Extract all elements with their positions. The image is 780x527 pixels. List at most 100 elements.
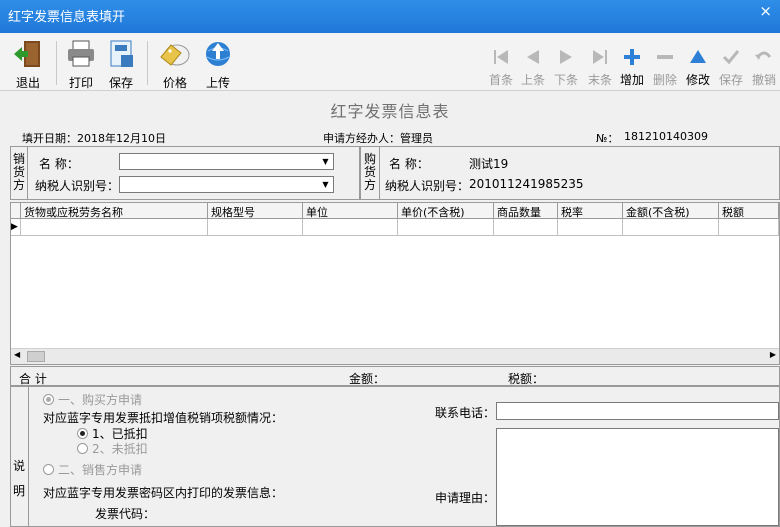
col-goods-name[interactable]: 货物或应税劳务名称 xyxy=(21,203,208,219)
buyer-side-label: 购货方 xyxy=(364,152,377,192)
edit-button[interactable]: 修改 xyxy=(684,47,712,88)
form-title: 红字发票信息表 xyxy=(330,102,450,121)
table-cell[interactable] xyxy=(208,219,303,236)
next-record-icon xyxy=(560,50,572,64)
buyer-apply-label: 一、购买方申请 xyxy=(58,393,143,407)
col-unit[interactable]: 单位 xyxy=(303,203,398,219)
save-toolbar-button[interactable]: 保存 xyxy=(104,39,138,91)
print-button[interactable]: 打印 xyxy=(64,39,98,91)
toolbar-separator xyxy=(147,41,148,85)
phone-label: 联系电话： xyxy=(435,406,496,420)
exit-door-icon xyxy=(14,41,40,67)
scrollbar-thumb[interactable] xyxy=(27,351,45,362)
totals-label: 合 计 xyxy=(19,372,47,386)
exit-label: 退出 xyxy=(15,76,40,90)
chevron-down-icon[interactable]: ▼ xyxy=(319,155,332,168)
invoice-code-label: 发票代码： xyxy=(95,507,156,521)
toolbar-separator xyxy=(56,41,57,85)
next-record-button[interactable]: 下条 xyxy=(552,47,580,88)
col-tax[interactable]: 税额 xyxy=(719,203,779,219)
upload-label: 上传 xyxy=(205,76,230,90)
applicant: 申请方经办人：管理员 xyxy=(323,132,433,145)
col-tax-rate[interactable]: 税率 xyxy=(558,203,623,219)
seller-section: 销货方 名 称： ▼ 纳税人识别号： ▼ xyxy=(10,146,360,200)
col-spec[interactable]: 规格型号 xyxy=(208,203,303,219)
totals-row: 合 计 金额： 税额： xyxy=(10,366,780,386)
price-label: 价格 xyxy=(162,76,187,90)
col-amount[interactable]: 金额(不含税) xyxy=(623,203,719,219)
row-header-corner xyxy=(11,203,21,219)
buyer-section: 购货方 名 称： 测试19 纳税人识别号： 201011241985235 xyxy=(360,146,780,200)
table-cell[interactable] xyxy=(494,219,558,236)
table-cell[interactable] xyxy=(558,219,623,236)
undo-icon xyxy=(755,51,772,60)
items-grid[interactable]: 货物或应税劳务名称 规格型号 单位 单价(不含税) 商品数量 税率 金额(不含税… xyxy=(10,202,780,365)
window-title: 红字发票信息表填开 xyxy=(8,10,126,25)
table-cell[interactable] xyxy=(21,219,208,236)
seller-apply-option[interactable]: 二、销售方申请 xyxy=(43,461,142,478)
buyer-name-value: 测试19 xyxy=(469,157,509,171)
note-side-label-2: 明 xyxy=(13,484,26,498)
next-record-label: 下条 xyxy=(553,73,578,87)
col-quantity[interactable]: 商品数量 xyxy=(494,203,558,219)
delete-icon xyxy=(657,55,673,59)
seller-apply-label: 二、销售方申请 xyxy=(58,463,143,477)
price-button[interactable]: 价格 xyxy=(156,39,194,91)
printed-info-label: 对应蓝字专用发票密码区内打印的发票信息： xyxy=(43,486,284,500)
exit-button[interactable]: 退出 xyxy=(10,39,46,91)
edit-icon xyxy=(690,50,706,63)
fill-date: 填开日期：2018年12月10日 xyxy=(22,132,166,145)
price-tag-icon xyxy=(160,44,190,66)
check-save-label: 保存 xyxy=(718,73,743,87)
table-cell[interactable] xyxy=(303,219,398,236)
check-save-button[interactable]: 保存 xyxy=(717,47,745,88)
radio-icon xyxy=(43,394,54,405)
seller-taxid-combo[interactable]: ▼ xyxy=(119,176,334,193)
explanation-section: 说 明 一、购买方申请 对应蓝字专用发票抵扣增值税销项税额情况： 1、已抵扣 2… xyxy=(10,386,780,527)
table-cell[interactable] xyxy=(623,219,719,236)
prev-record-button[interactable]: 上条 xyxy=(519,47,547,88)
table-cell[interactable] xyxy=(398,219,494,236)
scroll-left-icon[interactable]: ◀ xyxy=(14,350,20,359)
opt-not-deducted-label: 2、未抵扣 xyxy=(92,442,148,456)
save-toolbar-label: 保存 xyxy=(108,76,133,90)
current-row-indicator-icon: ▶ xyxy=(11,219,21,236)
add-label: 增加 xyxy=(619,73,644,87)
window-titlebar: 红字发票信息表填开 × xyxy=(0,0,780,33)
buyer-taxid-value: 201011241985235 xyxy=(469,177,584,191)
printer-icon xyxy=(68,40,94,67)
radio-icon xyxy=(77,443,88,454)
undo-button[interactable]: 撤销 xyxy=(749,47,779,88)
check-save-icon xyxy=(722,50,740,65)
col-unit-price[interactable]: 单价(不含税) xyxy=(398,203,494,219)
upload-button[interactable]: 上传 xyxy=(200,39,236,91)
horizontal-scrollbar[interactable]: ◀ ▶ xyxy=(11,348,779,364)
add-icon xyxy=(624,49,640,65)
first-record-icon xyxy=(494,50,508,64)
last-record-icon xyxy=(593,50,607,64)
delete-button[interactable]: 删除 xyxy=(651,47,679,88)
table-cell[interactable] xyxy=(719,219,779,236)
chevron-down-icon[interactable]: ▼ xyxy=(319,178,332,191)
last-record-button[interactable]: 末条 xyxy=(586,47,614,88)
amount-total-label: 金额： xyxy=(349,372,386,386)
deduct-question: 对应蓝字专用发票抵扣增值税销项税额情况： xyxy=(43,411,284,425)
edit-label: 修改 xyxy=(685,73,710,87)
buyer-apply-option[interactable]: 一、购买方申请 xyxy=(43,391,142,408)
scroll-right-icon[interactable]: ▶ xyxy=(770,350,776,359)
opt-not-deducted[interactable]: 2、未抵扣 xyxy=(77,440,148,457)
seller-name-label: 名 称： xyxy=(39,157,79,171)
invoice-number: 181210140309 xyxy=(624,130,708,143)
note-side-label-1: 说 xyxy=(13,459,26,473)
radio-icon xyxy=(43,464,54,475)
close-icon[interactable]: × xyxy=(759,2,772,20)
phone-input[interactable] xyxy=(496,402,779,420)
seller-name-combo[interactable]: ▼ xyxy=(119,153,334,170)
first-record-label: 首条 xyxy=(488,73,513,87)
tax-total-label: 税额： xyxy=(508,372,545,386)
add-button[interactable]: 增加 xyxy=(618,47,646,88)
prev-record-icon xyxy=(527,50,539,64)
first-record-button[interactable]: 首条 xyxy=(487,47,515,88)
prev-record-label: 上条 xyxy=(520,73,545,87)
reason-textarea[interactable] xyxy=(496,428,779,526)
